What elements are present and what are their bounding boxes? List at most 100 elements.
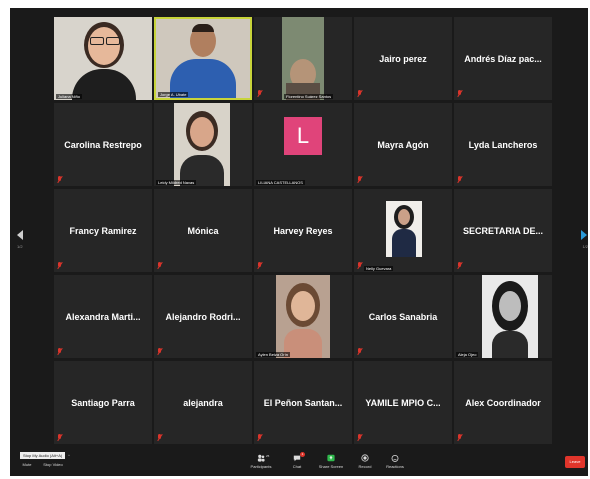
participant-name-label: Aleja Ojeo: [456, 352, 479, 357]
participant-name-label: LILIANA CASTELLANOS: [256, 180, 305, 185]
participant-tile-yamile[interactable]: YAMILE MPIO C...: [354, 361, 452, 444]
participant-name: Carolina Restrepo: [64, 139, 142, 150]
muted-mic-icon: [357, 176, 362, 183]
share-screen-button[interactable]: Share Screen: [316, 454, 346, 469]
audio-tooltip: Stop My Audio (Alt+A): [20, 452, 66, 459]
zoom-gallery-window: Juliana Niño Jorge A. Ubate Florentino S…: [10, 8, 588, 476]
participant-tile-mayra[interactable]: Mayra Agón: [354, 103, 452, 186]
participant-name: Alejandro Rodri...: [165, 311, 241, 322]
participant-name: Jairo perez: [379, 53, 427, 64]
muted-mic-icon: [257, 434, 262, 441]
video-options-chevron-icon[interactable]: ^: [68, 453, 70, 458]
participant-tile-alexandra[interactable]: Alexandra Marti...: [54, 275, 152, 358]
muted-mic-icon: [357, 90, 362, 97]
participant-tile-liliana[interactable]: L LILIANA CASTELLANOS: [254, 103, 352, 186]
participant-avatar: L: [284, 117, 322, 155]
muted-mic-icon: [457, 90, 462, 97]
muted-mic-icon: [257, 262, 262, 269]
participant-tile-jorge[interactable]: Jorge A. Ubate: [154, 17, 252, 100]
muted-mic-icon: [457, 176, 462, 183]
participant-video: [482, 275, 538, 358]
participant-name: Lyda Lancheros: [468, 139, 538, 150]
next-page-arrow-icon[interactable]: [581, 230, 587, 240]
reactions-button[interactable]: Reactions: [380, 454, 410, 469]
participant-tile-carolina[interactable]: Carolina Restrepo: [54, 103, 152, 186]
muted-mic-icon: [457, 434, 462, 441]
participant-video: [386, 201, 422, 257]
muted-mic-icon: [257, 90, 262, 97]
muted-mic-icon: [57, 348, 62, 355]
participant-tile-santiago[interactable]: Santiago Parra: [54, 361, 152, 444]
participant-tile-secretaria[interactable]: SECRETARIA DE...: [454, 189, 552, 272]
page-indicator-left: 1/2: [17, 244, 23, 249]
stop-video-button[interactable]: Stop Video: [38, 462, 68, 467]
mute-label: Mute: [22, 462, 32, 467]
participant-name: Santiago Parra: [71, 397, 135, 408]
muted-mic-icon: [157, 434, 162, 441]
participants-icon: [257, 454, 265, 462]
chat-unread-badge: 1: [300, 452, 305, 457]
participant-tile-penon[interactable]: El Peñon Santan...: [254, 361, 352, 444]
avatar-initial: L: [296, 123, 310, 148]
meeting-toolbar: Stop My Audio (Alt+A) Mute Stop Video ^ …: [10, 450, 588, 476]
participant-name: Carlos Sanabria: [368, 311, 438, 322]
share-screen-label: Share Screen: [318, 464, 344, 469]
participant-tile-alex[interactable]: Alex Coordinador: [454, 361, 552, 444]
participant-name-label: Florentino Suárez Santos: [284, 94, 334, 99]
reactions-icon: [391, 454, 399, 462]
chat-button[interactable]: Chat 1: [282, 452, 312, 469]
participant-tile-leidy[interactable]: Leidy Mildred Navas: [154, 103, 252, 186]
participant-tile-aylen[interactable]: Aylen Beiza Orín: [254, 275, 352, 358]
participants-count: 25: [266, 454, 270, 458]
previous-page-arrow-icon[interactable]: [17, 230, 23, 240]
participant-name: Alexandra Marti...: [65, 311, 141, 322]
participant-video: [174, 103, 230, 186]
participants-label: Participants: [250, 464, 272, 469]
participant-name-label: Aylen Beiza Orín: [256, 352, 290, 357]
participant-name-label: Jorge A. Ubate: [158, 92, 189, 97]
participant-name: El Peñon Santan...: [263, 397, 343, 408]
participants-button[interactable]: Participants 25: [246, 454, 276, 469]
participant-tile-nelly[interactable]: Nelly Guevara: [354, 189, 452, 272]
muted-mic-icon: [357, 434, 362, 441]
share-screen-icon: [327, 454, 335, 462]
participant-tile-alejandro[interactable]: Alejandro Rodri...: [154, 275, 252, 358]
record-label: Record: [358, 464, 372, 469]
participant-name-label: Leidy Mildred Navas: [156, 180, 197, 185]
participant-name: Andrés Díaz pac...: [464, 53, 542, 64]
record-icon: [361, 454, 369, 462]
participant-tile-andres[interactable]: Andrés Díaz pac...: [454, 17, 552, 100]
muted-mic-icon: [457, 262, 462, 269]
participant-name: YAMILE MPIO C...: [365, 397, 441, 408]
participant-tile-alejaojeo[interactable]: Aleja Ojeo: [454, 275, 552, 358]
participant-tile-carlos[interactable]: Carlos Sanabria: [354, 275, 452, 358]
muted-mic-icon: [57, 176, 62, 183]
participant-video: [276, 275, 330, 358]
muted-mic-icon: [157, 348, 162, 355]
participant-tile-juliana[interactable]: Juliana Niño: [54, 17, 152, 100]
participant-tile-florentino[interactable]: Florentino Suárez Santos: [254, 17, 352, 100]
muted-mic-icon: [57, 434, 62, 441]
participant-name: Alex Coordinador: [465, 397, 541, 408]
participant-tile-alejandra[interactable]: alejandra: [154, 361, 252, 444]
reactions-label: Reactions: [386, 464, 404, 469]
record-button[interactable]: Record: [350, 454, 380, 469]
page-indicator-right: 1/2: [582, 244, 588, 249]
participant-name-label: Nelly Guevara: [364, 266, 394, 271]
participant-name-label: Juliana Niño: [56, 94, 83, 99]
leave-button[interactable]: Leave: [565, 456, 585, 468]
participant-tile-jairo[interactable]: Jairo perez: [354, 17, 452, 100]
muted-mic-icon: [357, 262, 362, 269]
participant-video: [156, 19, 250, 98]
participant-tile-harvey[interactable]: Harvey Reyes: [254, 189, 352, 272]
participant-name: SECRETARIA DE...: [462, 225, 543, 236]
participant-name: alejandra: [183, 397, 223, 408]
participant-tile-lyda[interactable]: Lyda Lancheros: [454, 103, 552, 186]
participant-name: Francy Ramirez: [69, 225, 137, 236]
muted-mic-icon: [157, 262, 162, 269]
muted-mic-icon: [57, 262, 62, 269]
participant-tile-francy[interactable]: Francy Ramirez: [54, 189, 152, 272]
participant-video: [54, 17, 152, 100]
participant-video: [282, 17, 324, 100]
participant-tile-monica[interactable]: Mónica: [154, 189, 252, 272]
